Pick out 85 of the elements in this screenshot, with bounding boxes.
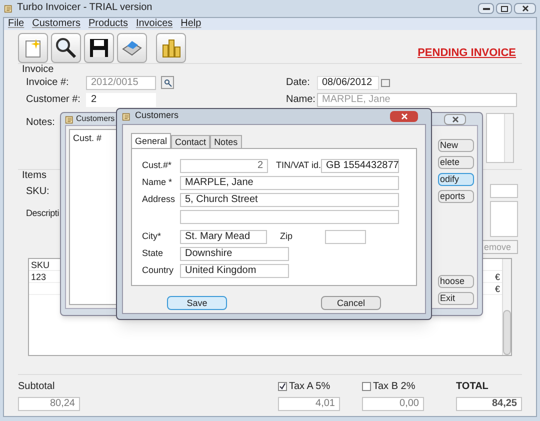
tax-field[interactable]: 4,01 [278,397,340,411]
cancel-button[interactable]: Cancel [321,296,381,310]
invoice-status: PENDING INVOICE [418,46,516,62]
close-icon[interactable] [444,114,466,124]
field-label: Descripti [26,207,59,220]
field-label: City* [142,230,162,243]
zip-field[interactable] [325,230,366,244]
description-field[interactable] [490,201,518,237]
field-label: Invoice #: [26,76,70,90]
customer-number-field[interactable]: 2 [180,159,268,173]
field-label: Name: [286,93,316,107]
checkbox[interactable] [362,382,371,391]
close-icon[interactable] [514,3,536,14]
field-label: Zip [280,230,294,243]
table-cell-text: € [494,283,501,296]
column-header: SKU [30,259,51,272]
close-icon[interactable] [390,111,418,122]
checkbox-label: Tax B 2% [373,380,416,394]
subtotal-field[interactable]: 80,24 [18,397,80,411]
field-label: Date: [286,76,311,90]
checkbox[interactable] [278,382,287,391]
field-label: Address [142,193,176,206]
action-button[interactable]: hoose [438,275,474,288]
field-label: TIN/VAT id. [276,159,321,172]
menu-item[interactable]: Customers [32,18,80,30]
search-icon[interactable] [161,76,174,89]
window-title: Turbo Invoicer - TRIAL version [17,1,152,15]
column-header: Cust. # [72,132,103,145]
field-label: SKU: [26,185,50,199]
restore-icon[interactable] [496,3,512,14]
total-label: TOTAL [456,380,488,394]
field-label: Cust.#* [142,159,173,172]
tax-field[interactable]: 0,00 [362,397,424,411]
action-button[interactable]: odify [438,173,474,186]
action-button[interactable]: eports [438,190,474,203]
menu-item[interactable]: Invoices [136,18,173,30]
tab[interactable]: General [131,133,172,148]
window-title: Customers [76,113,115,125]
print-button[interactable] [117,32,147,62]
name-field[interactable]: MARPLE, Jane [180,176,399,190]
scrollbar[interactable] [502,259,511,355]
window-title: Customers [135,109,179,122]
save-button[interactable]: Save [167,296,227,310]
notepad-icon [65,114,74,124]
tab[interactable]: Notes [210,135,242,148]
action-button[interactable]: Exit [438,292,474,305]
invoice-number-field[interactable]: 2012/0015 [86,76,156,90]
group-title: Invoice [22,64,54,75]
coins-button[interactable] [156,32,186,62]
action-button[interactable]: New [438,139,474,152]
field-label: Customer #: [26,93,82,107]
coins-icon [160,36,182,58]
field-label: Subtotal [18,380,55,394]
country-field[interactable]: United Kingdom [180,264,289,278]
field-label: Country [142,264,175,277]
field-label: Notes: [26,116,55,130]
scrollbar[interactable] [504,114,513,162]
customer-number-field[interactable]: 2 [86,92,156,106]
group-title: Items [22,170,46,182]
notepad-icon [122,112,131,121]
city-field[interactable]: St. Mary Mead [180,230,267,244]
address-field[interactable] [180,210,399,224]
menu-item[interactable]: Help [180,18,202,30]
calendar-icon[interactable] [381,78,390,86]
search-button[interactable] [51,32,81,62]
notes-field[interactable] [486,113,514,163]
save-button[interactable] [84,32,114,62]
total-field[interactable]: 84,25 [456,397,522,411]
menu-item[interactable]: Products [88,18,128,30]
date-field[interactable]: 08/06/2012 [317,76,379,90]
menu-item[interactable]: File [8,18,24,30]
field-label: State [142,247,164,260]
address-field[interactable]: 5, Church Street [180,193,399,207]
state-field[interactable]: Downshire [180,247,289,261]
table-cell-text: € [494,271,501,284]
sku-field[interactable] [490,184,518,198]
field-label: Name * [142,176,174,189]
minimize-icon[interactable] [478,3,494,14]
notepad-icon [4,4,13,13]
magnifier-icon [54,36,78,60]
tab[interactable]: Contact [171,135,210,148]
checkbox-label: Tax A 5% [289,380,330,394]
action-button[interactable]: elete [438,156,474,169]
table-cell-text: 123 [30,271,48,284]
tin-field[interactable]: GB 1554432877 [321,159,399,173]
